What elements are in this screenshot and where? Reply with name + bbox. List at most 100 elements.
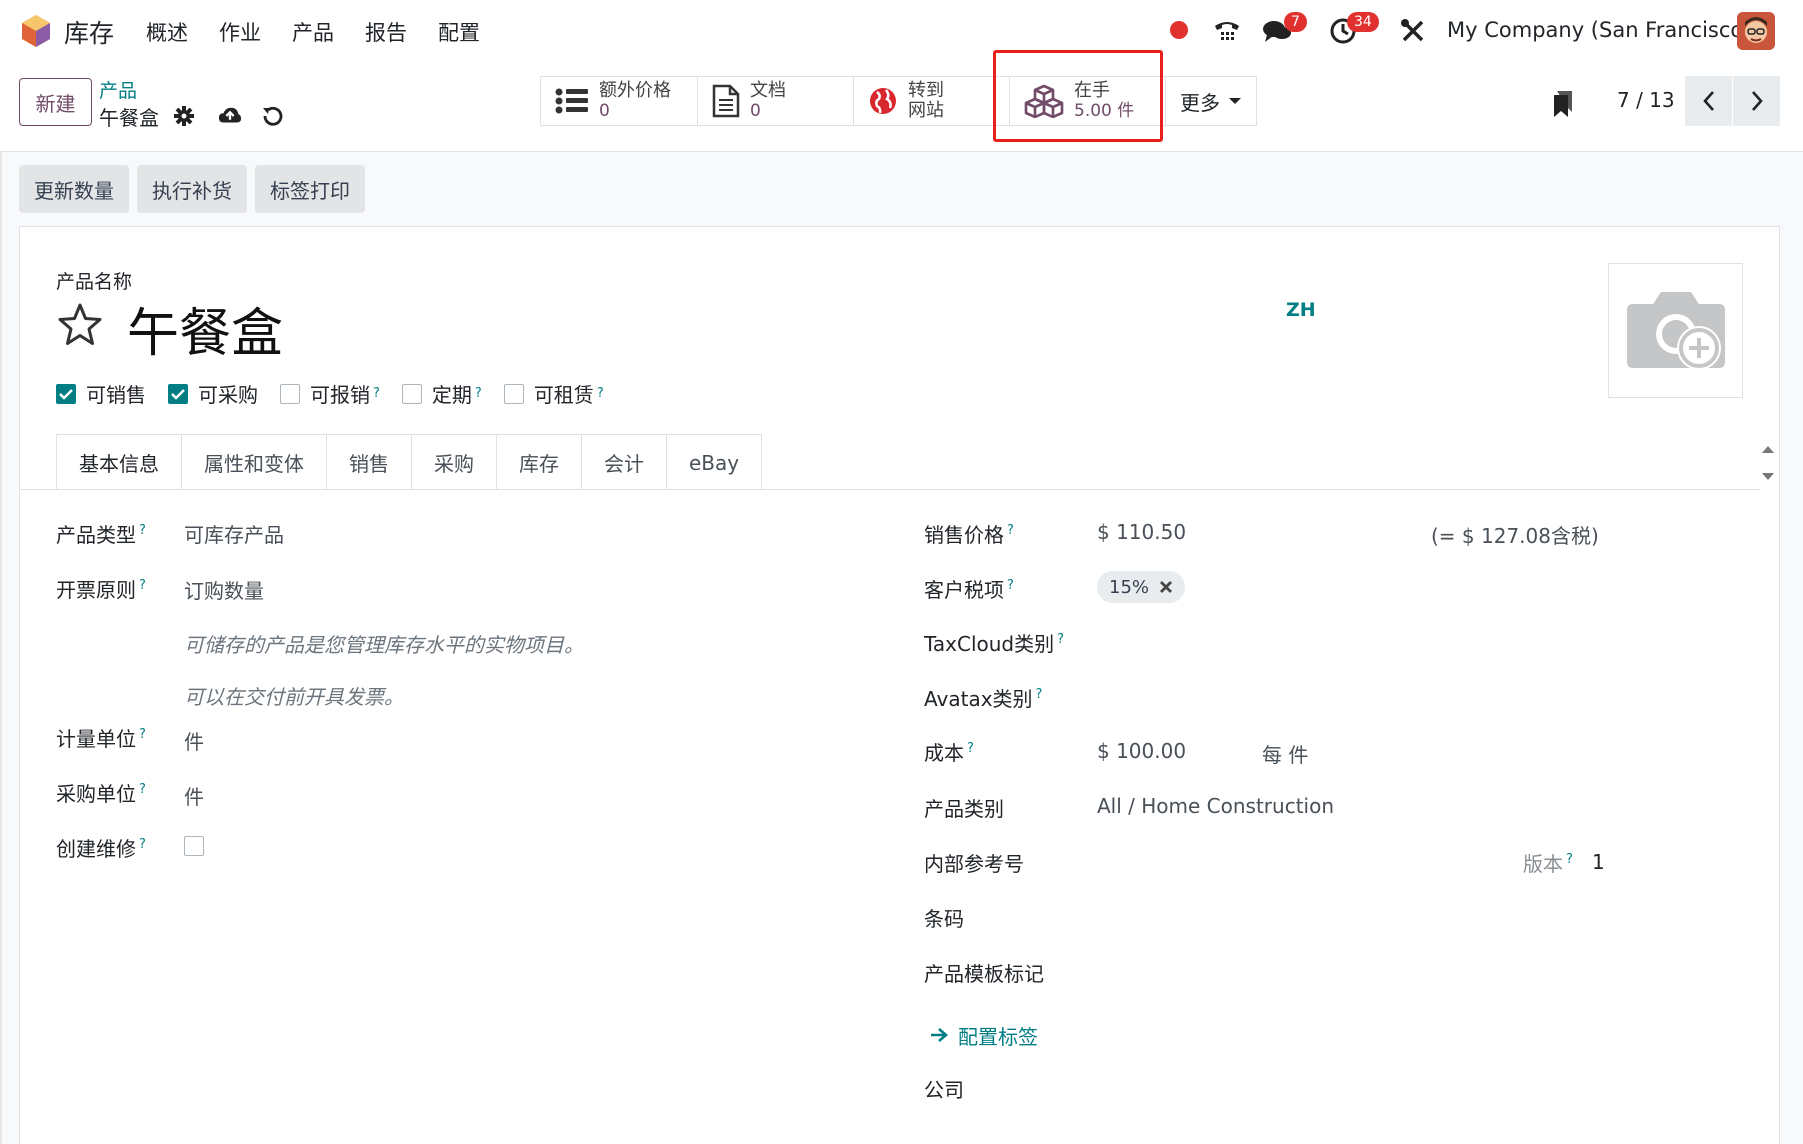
help-tooltip-icon[interactable]: ?	[1566, 852, 1573, 867]
smart-button-go-to-website[interactable]: 转到 网站	[853, 76, 1010, 126]
company-switcher[interactable]: My Company (San Francisco)	[1447, 18, 1751, 42]
help-tooltip-icon[interactable]: ?	[1036, 687, 1043, 702]
scroll-arrows-icon[interactable]	[1761, 443, 1775, 483]
tab-accounting[interactable]: 会计	[581, 434, 667, 490]
menu-item-products[interactable]: 产品	[292, 17, 334, 47]
smart-button-on-hand[interactable]: 在手 5.00 件	[1009, 76, 1166, 126]
checkbox-can-be-rented[interactable]: 可租赁?	[503, 379, 604, 408]
smart-button-value: 网站	[908, 100, 944, 121]
update-quantity-button[interactable]: 更新数量	[19, 165, 129, 213]
tab-sales[interactable]: 销售	[326, 434, 412, 490]
product-image-upload[interactable]	[1608, 263, 1743, 398]
checkbox-label: 可租赁	[533, 383, 594, 407]
bookmark-icon[interactable]	[1552, 90, 1574, 118]
menu-item-configuration[interactable]: 配置	[438, 17, 480, 47]
checkbox-unchecked-icon[interactable]	[503, 383, 524, 404]
language-button[interactable]: ZH	[1286, 299, 1316, 321]
customer-tax-tag[interactable]: 15%	[1097, 571, 1186, 603]
help-tooltip-icon[interactable]: ?	[967, 741, 974, 756]
checkbox-recurring[interactable]: 定期?	[401, 379, 482, 408]
smart-button-documents[interactable]: 文档 0	[697, 76, 854, 126]
tab-general-information[interactable]: 基本信息	[56, 434, 182, 490]
version-value[interactable]: 1	[1592, 850, 1605, 874]
help-tooltip-icon[interactable]: ?	[1007, 578, 1014, 593]
pager-value[interactable]: 7 / 13	[1617, 88, 1675, 112]
activity-badge: 34	[1347, 12, 1379, 32]
configure-tags-link[interactable]: 配置标签	[958, 1021, 1038, 1050]
help-tooltip-icon[interactable]: ?	[139, 837, 146, 852]
version-label: 版本?	[1523, 852, 1573, 876]
print-labels-button[interactable]: 标签打印	[255, 165, 365, 213]
product-type-select[interactable]: 可库存产品	[184, 519, 284, 548]
user-avatar[interactable]	[1737, 12, 1775, 50]
checkbox-unchecked-icon[interactable]	[280, 383, 300, 404]
help-tooltip-icon[interactable]: ?	[373, 386, 380, 401]
tax-tag-label: 15%	[1109, 576, 1150, 598]
form-sheet: 产品名称 午餐盒 ZH 可销售 可采购 可报销? 定期? 可租赁 ? 基本信息 …	[19, 226, 1780, 1144]
document-icon	[712, 84, 740, 118]
checkbox-checked-icon[interactable]	[56, 383, 76, 404]
more-dropdown-button[interactable]: 更多	[1165, 76, 1257, 126]
smart-button-value: 0	[599, 101, 610, 121]
checkbox-unchecked-icon[interactable]	[401, 383, 422, 404]
debug-tools-icon[interactable]	[1400, 18, 1426, 44]
purchase-uom-select[interactable]: 件	[184, 781, 204, 810]
help-tooltip-icon[interactable]: ?	[597, 386, 604, 401]
checkbox-can-be-purchased[interactable]: 可采购	[168, 379, 258, 408]
tab-purchase[interactable]: 采购	[411, 434, 497, 490]
control-panel: 新建 产品 午餐盒 额外价格 0 文档 0 转到 网站 在手 5.00 件 更多…	[0, 64, 1803, 152]
cloud-upload-icon[interactable]	[218, 104, 242, 128]
company-label: 公司	[924, 1078, 964, 1102]
tab-ebay[interactable]: eBay	[666, 434, 763, 490]
smart-button-extra-prices[interactable]: 额外价格 0	[540, 76, 698, 126]
help-tooltip-icon[interactable]: ?	[139, 578, 146, 593]
record-status-dot-icon[interactable]	[1170, 21, 1188, 39]
product-category-select[interactable]: All / Home Construction	[1097, 794, 1334, 818]
breadcrumb-parent[interactable]: 产品	[99, 76, 137, 103]
product-type-note: 可储存的产品是您管理库存水平的实物项目。	[184, 633, 584, 657]
favorite-star-icon[interactable]	[56, 301, 104, 349]
discard-undo-icon[interactable]	[260, 104, 284, 128]
breadcrumb-current: 午餐盒	[99, 106, 159, 130]
help-tooltip-icon[interactable]: ?	[475, 386, 482, 401]
help-tooltip-icon[interactable]: ?	[1007, 523, 1014, 538]
action-buttons: 更新数量 执行补货 标签打印	[19, 165, 365, 213]
sales-price-label: 销售价格?	[924, 523, 1014, 547]
checkbox-label: 可报销	[310, 383, 370, 407]
replenish-button[interactable]: 执行补货	[137, 165, 247, 213]
help-tooltip-icon[interactable]: ?	[139, 782, 146, 797]
inventory-app-icon[interactable]	[20, 14, 52, 48]
internal-reference-label: 内部参考号	[924, 852, 1024, 876]
arrow-right-icon	[931, 1028, 948, 1042]
sales-price-input[interactable]: $ 110.50	[1097, 520, 1186, 544]
top-navbar: 库存 概述 作业 产品 报告 配置 7 34 My Company (San F…	[0, 0, 1803, 64]
uom-label: 计量单位?	[56, 727, 146, 751]
invoice-policy-select[interactable]: 订购数量	[184, 575, 264, 604]
phone-icon[interactable]	[1212, 16, 1242, 46]
help-tooltip-icon[interactable]: ?	[139, 523, 146, 538]
invoice-policy-note: 可以在交付前开具发票。	[184, 685, 404, 709]
product-flags: 可销售 可采购 可报销? 定期? 可租赁?	[56, 379, 626, 408]
checkbox-can-be-sold[interactable]: 可销售	[56, 379, 146, 408]
pager-previous-button[interactable]	[1685, 76, 1732, 126]
gear-icon[interactable]	[172, 104, 196, 128]
checkbox-checked-icon[interactable]	[168, 383, 188, 404]
app-name[interactable]: 库存	[64, 14, 114, 50]
help-tooltip-icon[interactable]: ?	[1057, 632, 1064, 647]
menu-item-operations[interactable]: 作业	[219, 17, 261, 47]
tab-inventory[interactable]: 库存	[496, 434, 582, 490]
menu-item-reporting[interactable]: 报告	[365, 17, 407, 47]
product-name-input[interactable]: 午餐盒	[127, 291, 283, 366]
uom-select[interactable]: 件	[184, 726, 204, 755]
chat-badge: 7	[1284, 12, 1307, 32]
pager-next-button[interactable]	[1733, 76, 1780, 126]
menu-item-overview[interactable]: 概述	[146, 17, 188, 47]
create-repair-checkbox[interactable]	[184, 836, 204, 856]
cost-input[interactable]: $ 100.00	[1097, 739, 1186, 763]
customer-tax-label: 客户税项?	[924, 578, 1014, 602]
new-button[interactable]: 新建	[19, 78, 92, 126]
help-tooltip-icon[interactable]: ?	[139, 727, 146, 742]
checkbox-can-be-expensed[interactable]: 可报销?	[280, 379, 380, 408]
remove-tag-icon[interactable]	[1159, 580, 1173, 594]
tab-attributes-variants[interactable]: 属性和变体	[181, 434, 327, 490]
